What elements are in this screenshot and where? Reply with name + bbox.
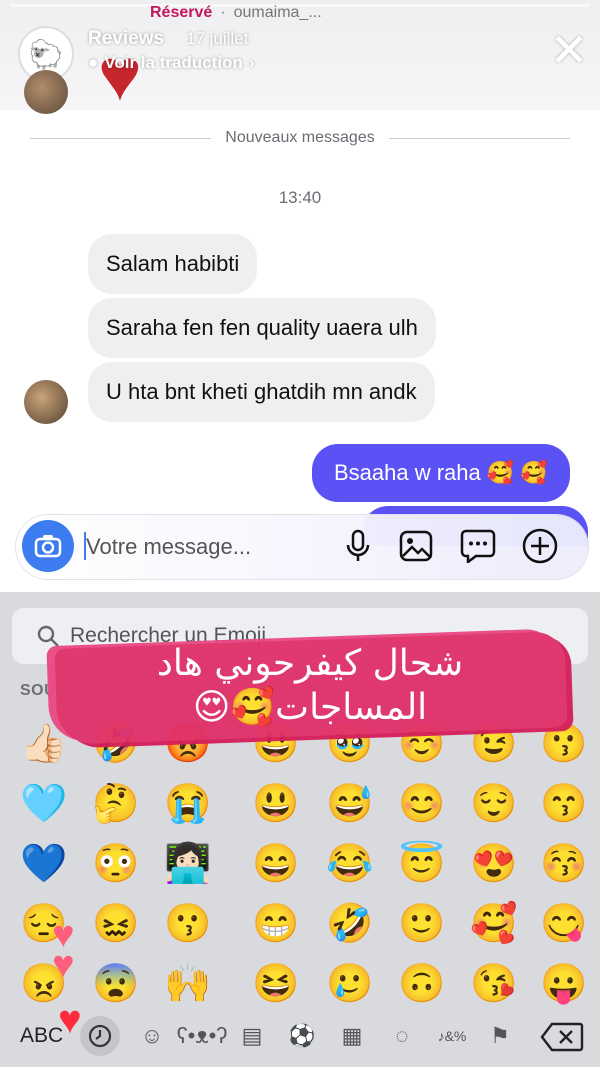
microphone-button[interactable] (338, 526, 378, 566)
emoji-key[interactable]: 😙 (534, 776, 594, 832)
bear-icon: ʕ•ᴥ•ʔ (176, 1023, 228, 1048)
emoji-key[interactable]: 😖 (86, 896, 146, 952)
travel-tab[interactable]: ▦ (334, 1020, 370, 1052)
top-strip-separator: · (220, 4, 226, 21)
clock-icon (88, 1024, 112, 1048)
building-icon: ▦ (341, 1023, 363, 1048)
message-input[interactable] (84, 526, 328, 568)
microphone-icon (346, 529, 370, 561)
emoji-section-label: SOU (20, 682, 57, 699)
top-strip: Réservé · oumaima_... (150, 4, 322, 22)
emoji-key[interactable]: 😃 (246, 776, 306, 832)
smileys-tab[interactable]: ☺ (134, 1020, 170, 1052)
emoji-key[interactable]: 😇 (392, 836, 452, 892)
objects-tab[interactable]: ◌ (384, 1020, 420, 1052)
abc-button[interactable]: ABC (20, 1024, 63, 1048)
emoji-key[interactable]: 😊 (392, 776, 452, 832)
translate-link[interactable]: ● Voir la traduction › (88, 53, 255, 73)
emoji-grid: 👍🏻 🤣 😡 😃 🥹 ☺️ 😉 😗 🩵 🤔 😭 😃 😅 😊 😌 😙 💙 😳 👩🏻‍💻 😄 😂 😇 😍 😚 😔 😖 😗 😁 🤣 🙂 🥰 😋 😠 😨 🙌… (14, 716, 594, 1016)
emoji-key[interactable]: 😍 (464, 836, 524, 892)
divider-line (30, 137, 212, 139)
emoji-key[interactable]: 😭 (158, 776, 218, 832)
symbols-tab[interactable]: ♪&% (434, 1020, 470, 1052)
heart-icon: ♥ (58, 998, 82, 1042)
story-title[interactable]: Reviews (88, 28, 164, 50)
floating-hearts: ♥ ♥ (52, 914, 75, 986)
plus-circle-icon (522, 528, 558, 564)
top-strip-user: oumaima_... (233, 4, 322, 21)
symbols-icon: ♪&% (437, 1028, 467, 1044)
emoji-key[interactable]: 😂 (320, 836, 380, 892)
gallery-button[interactable] (396, 526, 436, 566)
emoji-key[interactable]: 😨 (86, 956, 146, 1012)
outgoing-message[interactable]: Bsaaha w raha 🥰 🥰 (312, 444, 570, 502)
activity-tab[interactable]: ⚽ (284, 1020, 320, 1052)
emoji-key[interactable]: 😆 (246, 956, 306, 1012)
incoming-message[interactable]: Saraha fen fen quality uaera ulh (88, 298, 436, 358)
camera-icon (34, 535, 62, 558)
divider-line (388, 137, 571, 139)
story-text-sticker: شحال كيفرحوني هاد المساجات🥰😍 (70, 642, 550, 730)
animals-tab[interactable]: ʕ•ᴥ•ʔ (177, 1020, 228, 1052)
image-icon (399, 530, 433, 562)
emoji-key[interactable]: 👩🏻‍💻 (158, 836, 218, 892)
emoji-key[interactable]: 🥲 (320, 956, 380, 1012)
incoming-message[interactable]: U hta bnt kheti ghatdih mn andk (88, 362, 435, 422)
emoji-key[interactable]: 😳 (86, 836, 146, 892)
emoji-key[interactable]: 🙃 (392, 956, 452, 1012)
sender-avatar[interactable] (24, 380, 68, 424)
close-button[interactable]: ✕ (548, 27, 590, 73)
search-icon (37, 625, 59, 647)
emoji-key[interactable]: 😘 (464, 956, 524, 1012)
sticker-button[interactable] (458, 526, 498, 566)
emoji-key[interactable]: 💙 (14, 836, 74, 892)
emoji-key[interactable]: 😁 (246, 896, 306, 952)
translate-label: Voir la traduction (104, 53, 243, 72)
camera-button[interactable] (22, 520, 74, 572)
avatar[interactable] (24, 70, 68, 114)
incoming-message[interactable]: Salam habibti (88, 234, 258, 294)
emoji-key[interactable]: 🤔 (86, 776, 146, 832)
message-timestamp: 13:40 (278, 188, 322, 207)
emoji-key[interactable]: 😅 (320, 776, 380, 832)
add-button[interactable] (520, 526, 560, 566)
story-text-line: شحال كيفرحوني هاد (156, 643, 464, 684)
emoji-key[interactable]: 🙂 (392, 896, 452, 952)
emoji-key[interactable]: 😚 (534, 836, 594, 892)
emoji-key[interactable]: 😌 (464, 776, 524, 832)
text-cursor (84, 532, 86, 560)
story-text-line: المساجات🥰😍 (192, 687, 428, 728)
emoji-key[interactable]: 🤣 (320, 896, 380, 952)
emoji-key[interactable]: 😋 (534, 896, 594, 952)
divider-label: Nouveaux messages (225, 129, 375, 146)
smiley-icon: ☺ (140, 1023, 164, 1048)
top-strip-status: Réservé (150, 4, 213, 21)
globe-icon: ● (88, 53, 99, 72)
chevron-right-icon: › (248, 53, 255, 72)
backspace-icon (540, 1022, 584, 1052)
food-tab[interactable]: ▤ (234, 1020, 270, 1052)
emoji-key[interactable]: 🙌 (158, 956, 218, 1012)
food-icon: ▤ (241, 1023, 263, 1048)
chat-bubble-icon (460, 529, 496, 563)
soccer-ball-icon: ⚽ (288, 1023, 316, 1048)
flags-tab[interactable]: ⚑ (482, 1020, 518, 1052)
backspace-button[interactable] (540, 1022, 584, 1052)
emoji-key[interactable]: 🩵 (14, 776, 74, 832)
story-date: 17 juillet (186, 29, 249, 48)
emoji-key[interactable]: 😄 (246, 836, 306, 892)
recent-emoji-tab[interactable] (80, 1016, 120, 1056)
flag-icon: ⚑ (490, 1023, 510, 1048)
lightbulb-icon: ◌ (395, 1023, 409, 1048)
emoji-key[interactable]: 😛 (534, 956, 594, 1012)
emoji-key[interactable]: 🥰 (464, 896, 524, 952)
new-messages-divider: Nouveaux messages (30, 128, 571, 148)
emoji-key[interactable]: 😗 (158, 896, 218, 952)
